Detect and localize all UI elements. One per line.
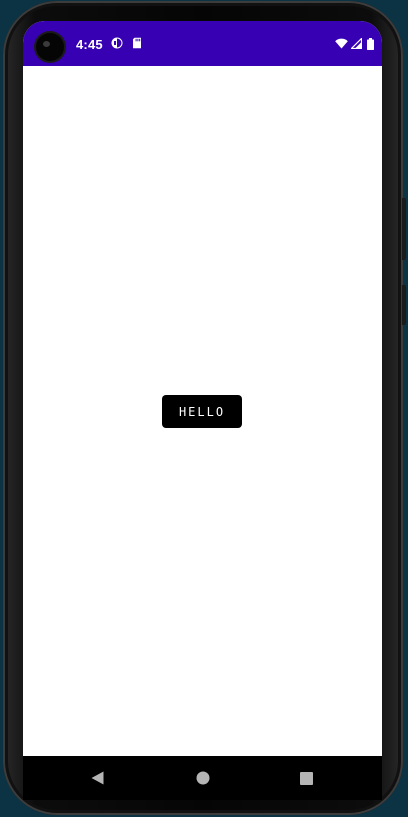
wifi-icon xyxy=(335,38,348,49)
power-button[interactable] xyxy=(402,198,406,260)
home-button[interactable] xyxy=(195,770,211,786)
recents-button[interactable] xyxy=(298,770,314,786)
back-button[interactable] xyxy=(89,770,105,786)
cellular-signal-icon xyxy=(351,38,362,49)
hello-button[interactable]: HELLO xyxy=(162,395,242,428)
sd-card-icon xyxy=(133,37,141,49)
status-time: 4:45 xyxy=(76,37,103,52)
app-content: HELLO xyxy=(23,66,382,756)
battery-icon xyxy=(367,38,374,50)
navigation-bar xyxy=(23,756,382,800)
status-bar: 4:45 xyxy=(23,21,382,66)
phone-screen: 4:45 HELLO xyxy=(23,21,382,756)
front-camera-icon xyxy=(36,33,64,61)
back-icon xyxy=(91,771,103,785)
volume-button[interactable] xyxy=(402,285,406,325)
app-notification-icon xyxy=(111,37,123,49)
recents-icon xyxy=(299,771,313,785)
home-icon xyxy=(196,771,210,785)
